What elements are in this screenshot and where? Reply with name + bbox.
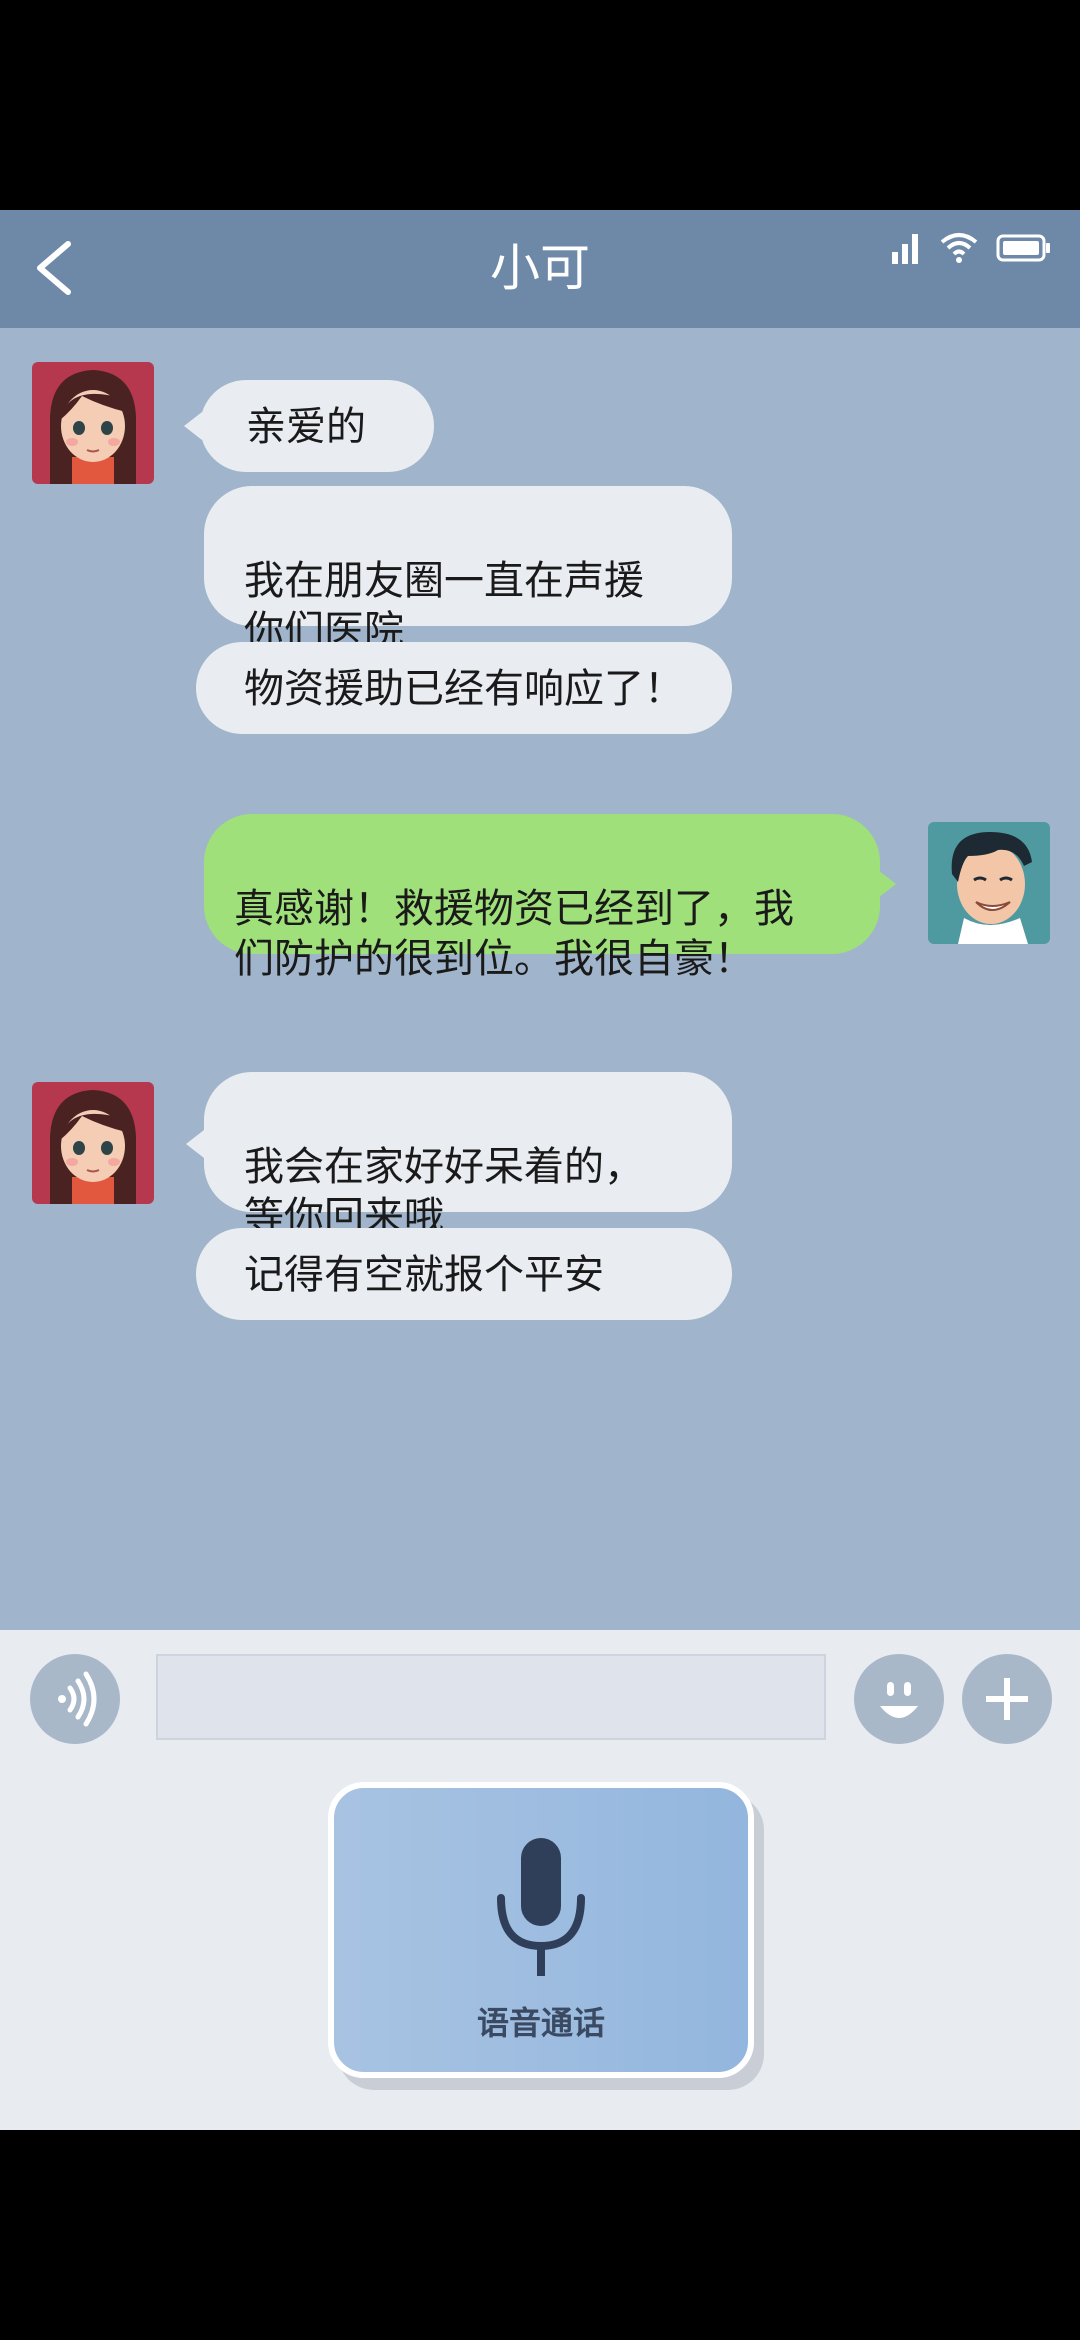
man-avatar-icon — [928, 822, 1050, 944]
girl-avatar-icon — [32, 1082, 154, 1204]
my-avatar[interactable] — [928, 822, 1050, 944]
message-bubble-incoming[interactable]: 我会在家好好呆着的， 等你回来哦 — [204, 1072, 732, 1240]
message-text: 我在朋友圈一直在声援 你们医院 — [244, 558, 644, 654]
emoji-button[interactable] — [854, 1654, 944, 1744]
message-input[interactable] — [156, 1654, 826, 1740]
message-bubble-incoming[interactable]: 物资援助已经有响应了！ — [196, 642, 732, 734]
sound-wave-icon — [58, 1671, 97, 1727]
status-icons — [892, 228, 1052, 268]
message-text: 记得有空就报个平安 — [244, 1252, 604, 1298]
message-bubble-incoming[interactable]: 记得有空就报个平安 — [196, 1228, 732, 1320]
add-button[interactable] — [962, 1654, 1052, 1744]
signal-icon — [892, 234, 918, 264]
voice-call-button[interactable]: 语音通话 — [328, 1782, 754, 2078]
top-black-bar — [0, 0, 1080, 210]
message-bubble-outgoing[interactable]: 真感谢！救援物资已经到了，我 们防护的很到位。我很自豪！ — [204, 814, 880, 982]
bubble-tail — [878, 870, 896, 898]
bubble-tail — [184, 412, 202, 440]
bottom-black-bar — [0, 2130, 1080, 2340]
voice-toggle-button[interactable] — [30, 1654, 120, 1744]
message-text: 亲爱的 — [246, 404, 366, 450]
chat-area: 亲爱的 我在朋友圈一直在声援 你们医院 物资援助已经有响应了！ 真感谢！救援物资… — [0, 328, 1080, 1630]
message-bubble-incoming[interactable]: 亲爱的 — [200, 380, 434, 472]
smiley-icon — [880, 1682, 918, 1718]
microphone-icon — [497, 1838, 585, 1976]
message-bubble-incoming[interactable]: 我在朋友圈一直在声援 你们医院 — [204, 486, 732, 654]
message-text: 真感谢！救援物资已经到了，我 们防护的很到位。我很自豪！ — [234, 886, 794, 982]
girl-avatar-icon — [32, 362, 154, 484]
bubble-tail — [186, 1130, 204, 1158]
input-bar: 语音通话 — [0, 1630, 1080, 2130]
battery-icon — [996, 234, 1050, 262]
wifi-icon — [940, 233, 978, 263]
chat-header: 小可 — [0, 210, 1080, 328]
contact-avatar[interactable] — [32, 362, 154, 484]
message-text: 我会在家好好呆着的， 等你回来哦 — [244, 1144, 644, 1240]
plus-icon — [986, 1678, 1028, 1720]
contact-avatar[interactable] — [32, 1082, 154, 1204]
voice-call-label: 语音通话 — [476, 2004, 605, 2042]
message-text: 物资援助已经有响应了！ — [244, 666, 684, 712]
